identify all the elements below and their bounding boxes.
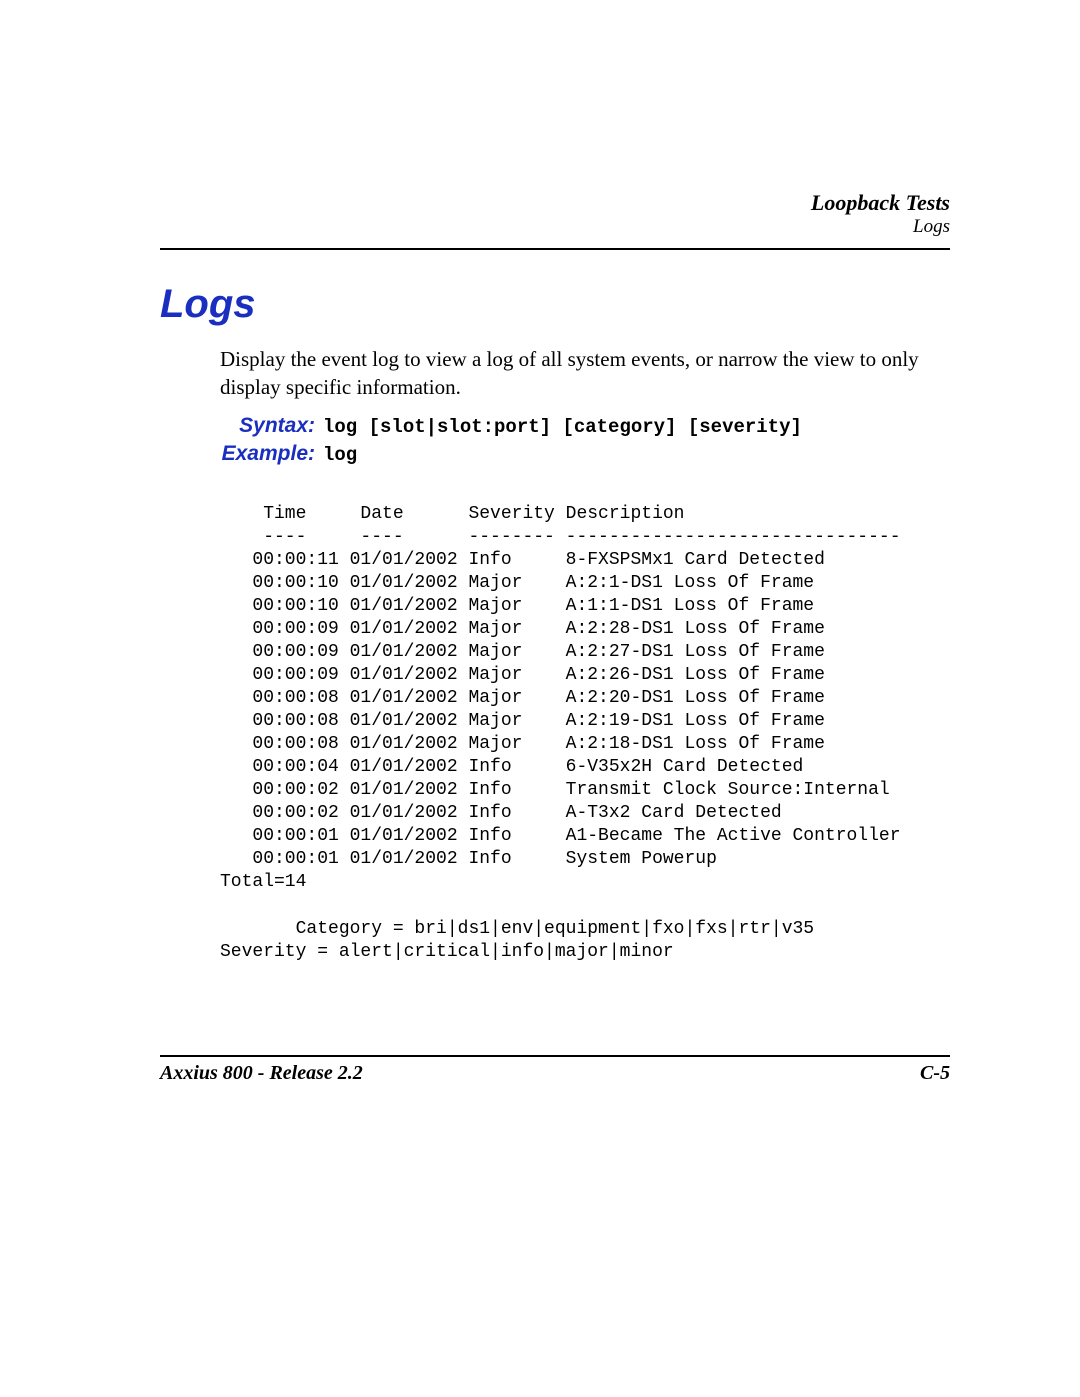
body: Display the event log to view a log of a… xyxy=(220,345,950,469)
syntax-line: Syntax: log [slot|slot:port] [category] … xyxy=(220,412,950,441)
page: Loopback Tests Logs Logs Display the eve… xyxy=(0,0,1080,1397)
example-line: Example: log xyxy=(220,440,950,469)
header-rule xyxy=(160,248,950,250)
running-head: Loopback Tests Logs xyxy=(811,190,950,239)
log-output: Time Date Severity Description ---- ----… xyxy=(220,503,950,964)
footer-right: C-5 xyxy=(920,1062,950,1085)
footer-rule xyxy=(160,1055,950,1057)
syntax-label: Syntax: xyxy=(220,412,315,440)
page-title: Logs xyxy=(160,282,950,327)
running-head-section: Logs xyxy=(811,216,950,239)
running-head-chapter: Loopback Tests xyxy=(811,190,950,216)
footer-left: Axxius 800 - Release 2.2 xyxy=(160,1062,363,1085)
intro-text: Display the event log to view a log of a… xyxy=(220,345,950,402)
syntax-text: log [slot|slot:port] [category] [severit… xyxy=(323,415,802,441)
example-label: Example: xyxy=(220,440,315,468)
footer: Axxius 800 - Release 2.2 C-5 xyxy=(160,1062,950,1085)
example-text: log xyxy=(323,443,357,469)
